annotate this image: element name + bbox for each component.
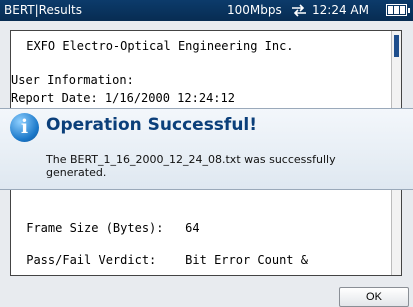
- report-line: Frame Size (Bytes): 64: [19, 221, 200, 235]
- success-dialog: i Operation Successful! The BERT_1_16_20…: [0, 108, 413, 190]
- report-line: EXFO Electro-Optical Engineering Inc.: [19, 39, 294, 53]
- network-arrows-icon: [292, 4, 306, 17]
- window-title: BERT|Results: [4, 3, 82, 17]
- report-line: Pass/Fail Verdict: Bit Error Count &: [19, 253, 308, 267]
- report-line: Report Date: 1/16/2000 12:24:12: [11, 91, 235, 105]
- clock: 12:24 AM: [312, 3, 369, 17]
- battery-icon: [386, 4, 410, 16]
- dialog-title: Operation Successful!: [46, 115, 258, 135]
- link-speed: 100Mbps: [227, 3, 282, 17]
- scrollbar-thumb[interactable]: [394, 35, 399, 57]
- report-line: User Information:: [11, 73, 134, 87]
- status-bar: BERT|Results 100Mbps 12:24 AM: [0, 0, 413, 21]
- ok-button[interactable]: OK: [339, 287, 409, 307]
- info-icon: i: [10, 113, 39, 142]
- dialog-message: The BERT_1_16_2000_12_24_08.txt was succ…: [46, 153, 336, 179]
